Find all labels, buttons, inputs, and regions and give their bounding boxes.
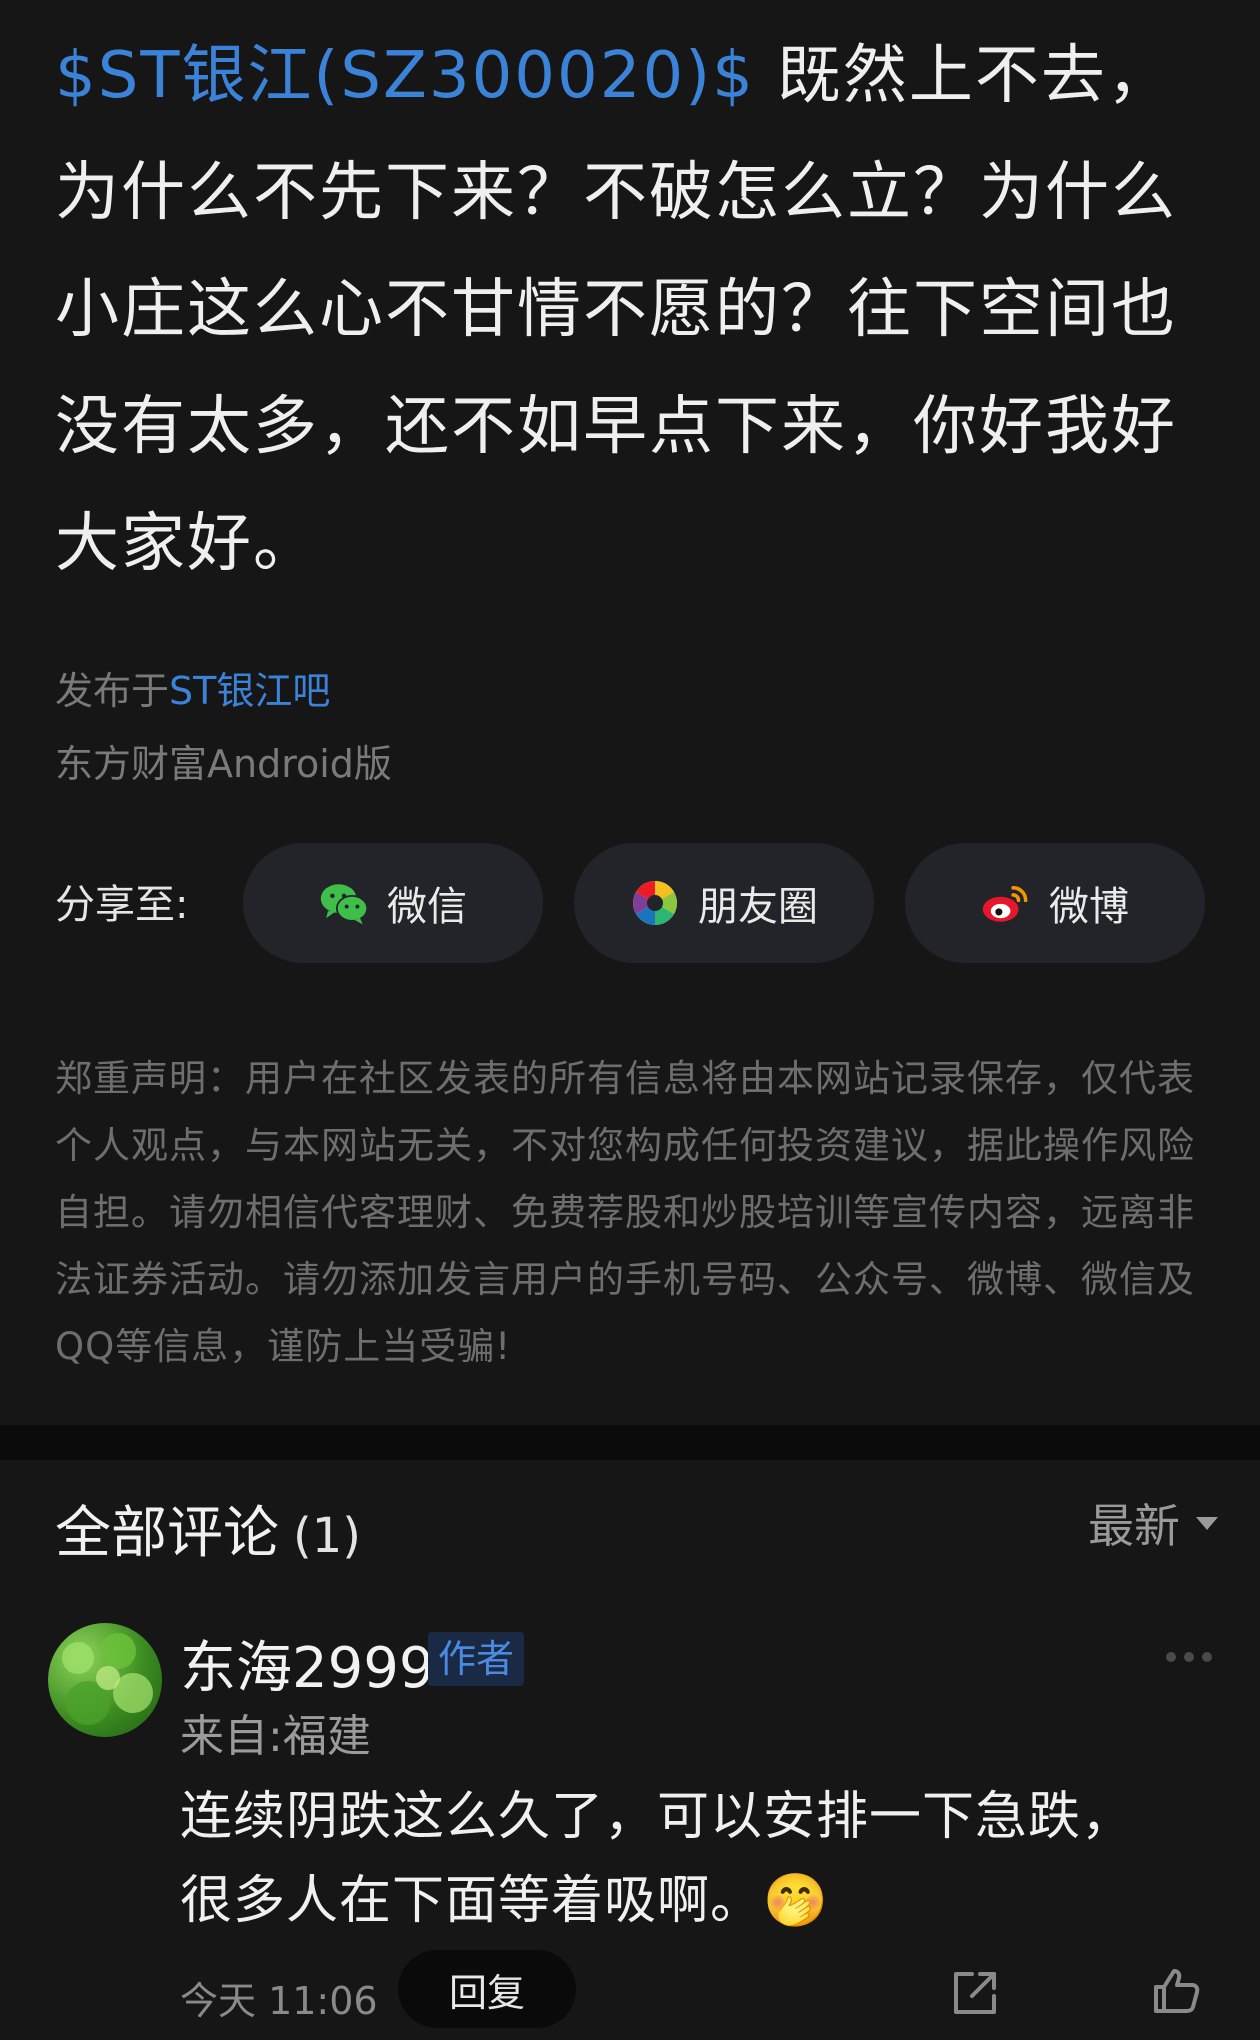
share-icon[interactable]: [950, 1968, 1000, 2018]
post-section: $ST银江(SZ300020)$ 既然上不去，为什么不先下来？不破怎么立？为什么小…: [0, 0, 1260, 1425]
comment-text: 连续阴跌这么久了，可以安排一下急跌，很多人在下面等着吸啊。🤭: [180, 1775, 1180, 1943]
avatar[interactable]: [48, 1623, 162, 1737]
author-badge: 作者: [428, 1632, 525, 1686]
section-divider: [0, 1425, 1260, 1460]
comments-title: 全部评论 (1): [55, 1488, 361, 1569]
comment-location: 来自:福建: [180, 1711, 371, 1762]
reply-button[interactable]: 回复: [398, 1950, 576, 2028]
dot: [1202, 1652, 1212, 1662]
post-text: 既然上不去，为什么不先下来？不破怎么立？为什么小庄这么心不甘情不愿的？往下空间也…: [55, 39, 1177, 581]
stock-tag-link[interactable]: $ST银江(SZ300020)$: [55, 39, 755, 113]
disclaimer-text: 郑重声明：用户在社区发表的所有信息将由本网站记录保存，仅代表个人观点，与本网站无…: [55, 1057, 1195, 1368]
comments-count: (1): [293, 1508, 361, 1564]
comment-body: 连续阴跌这么久了，可以安排一下急跌，很多人在下面等着吸啊。: [180, 1787, 1135, 1931]
moments-icon: [630, 878, 680, 928]
comments-title-label: 全部评论: [55, 1501, 279, 1566]
post-forum-line: 发布于ST银江吧: [55, 660, 330, 715]
share-weibo-label: 微博: [1049, 884, 1129, 930]
more-options-icon[interactable]: [1166, 1652, 1212, 1662]
comment-username[interactable]: 东海2999: [180, 1623, 435, 1704]
published-prefix: 发布于: [55, 669, 170, 713]
dot: [1166, 1652, 1176, 1662]
weibo-icon: [981, 878, 1031, 928]
share-wechat-label: 微信: [387, 884, 467, 930]
sort-dropdown[interactable]: 最新: [1088, 1490, 1218, 1556]
comments-section: 全部评论 (1) 最新 东海2999 作者 来自:福建 连续阴跌这么久了，可以安排…: [0, 1460, 1260, 2040]
wechat-icon: [319, 878, 369, 928]
post-content: $ST银江(SZ300020)$ 既然上不去，为什么不先下来？不破怎么立？为什么小…: [55, 18, 1205, 603]
share-moments-button[interactable]: 朋友圈: [574, 843, 874, 963]
comment-time: 今天 11:06: [180, 1979, 378, 2023]
share-label: 分享至:: [55, 882, 189, 928]
caret-down-icon: [1196, 1516, 1218, 1530]
emoji-icon: 🤭: [763, 1871, 829, 1931]
share-weibo-button[interactable]: 微博: [905, 843, 1205, 963]
dot: [1184, 1652, 1194, 1662]
forum-link[interactable]: ST银江吧: [169, 669, 330, 713]
post-client: 东方财富Android版: [55, 742, 392, 786]
thumbs-up-icon[interactable]: [1150, 1965, 1202, 2017]
sort-label: 最新: [1088, 1499, 1180, 1553]
share-moments-label: 朋友圈: [698, 884, 818, 930]
share-wechat-button[interactable]: 微信: [243, 843, 543, 963]
